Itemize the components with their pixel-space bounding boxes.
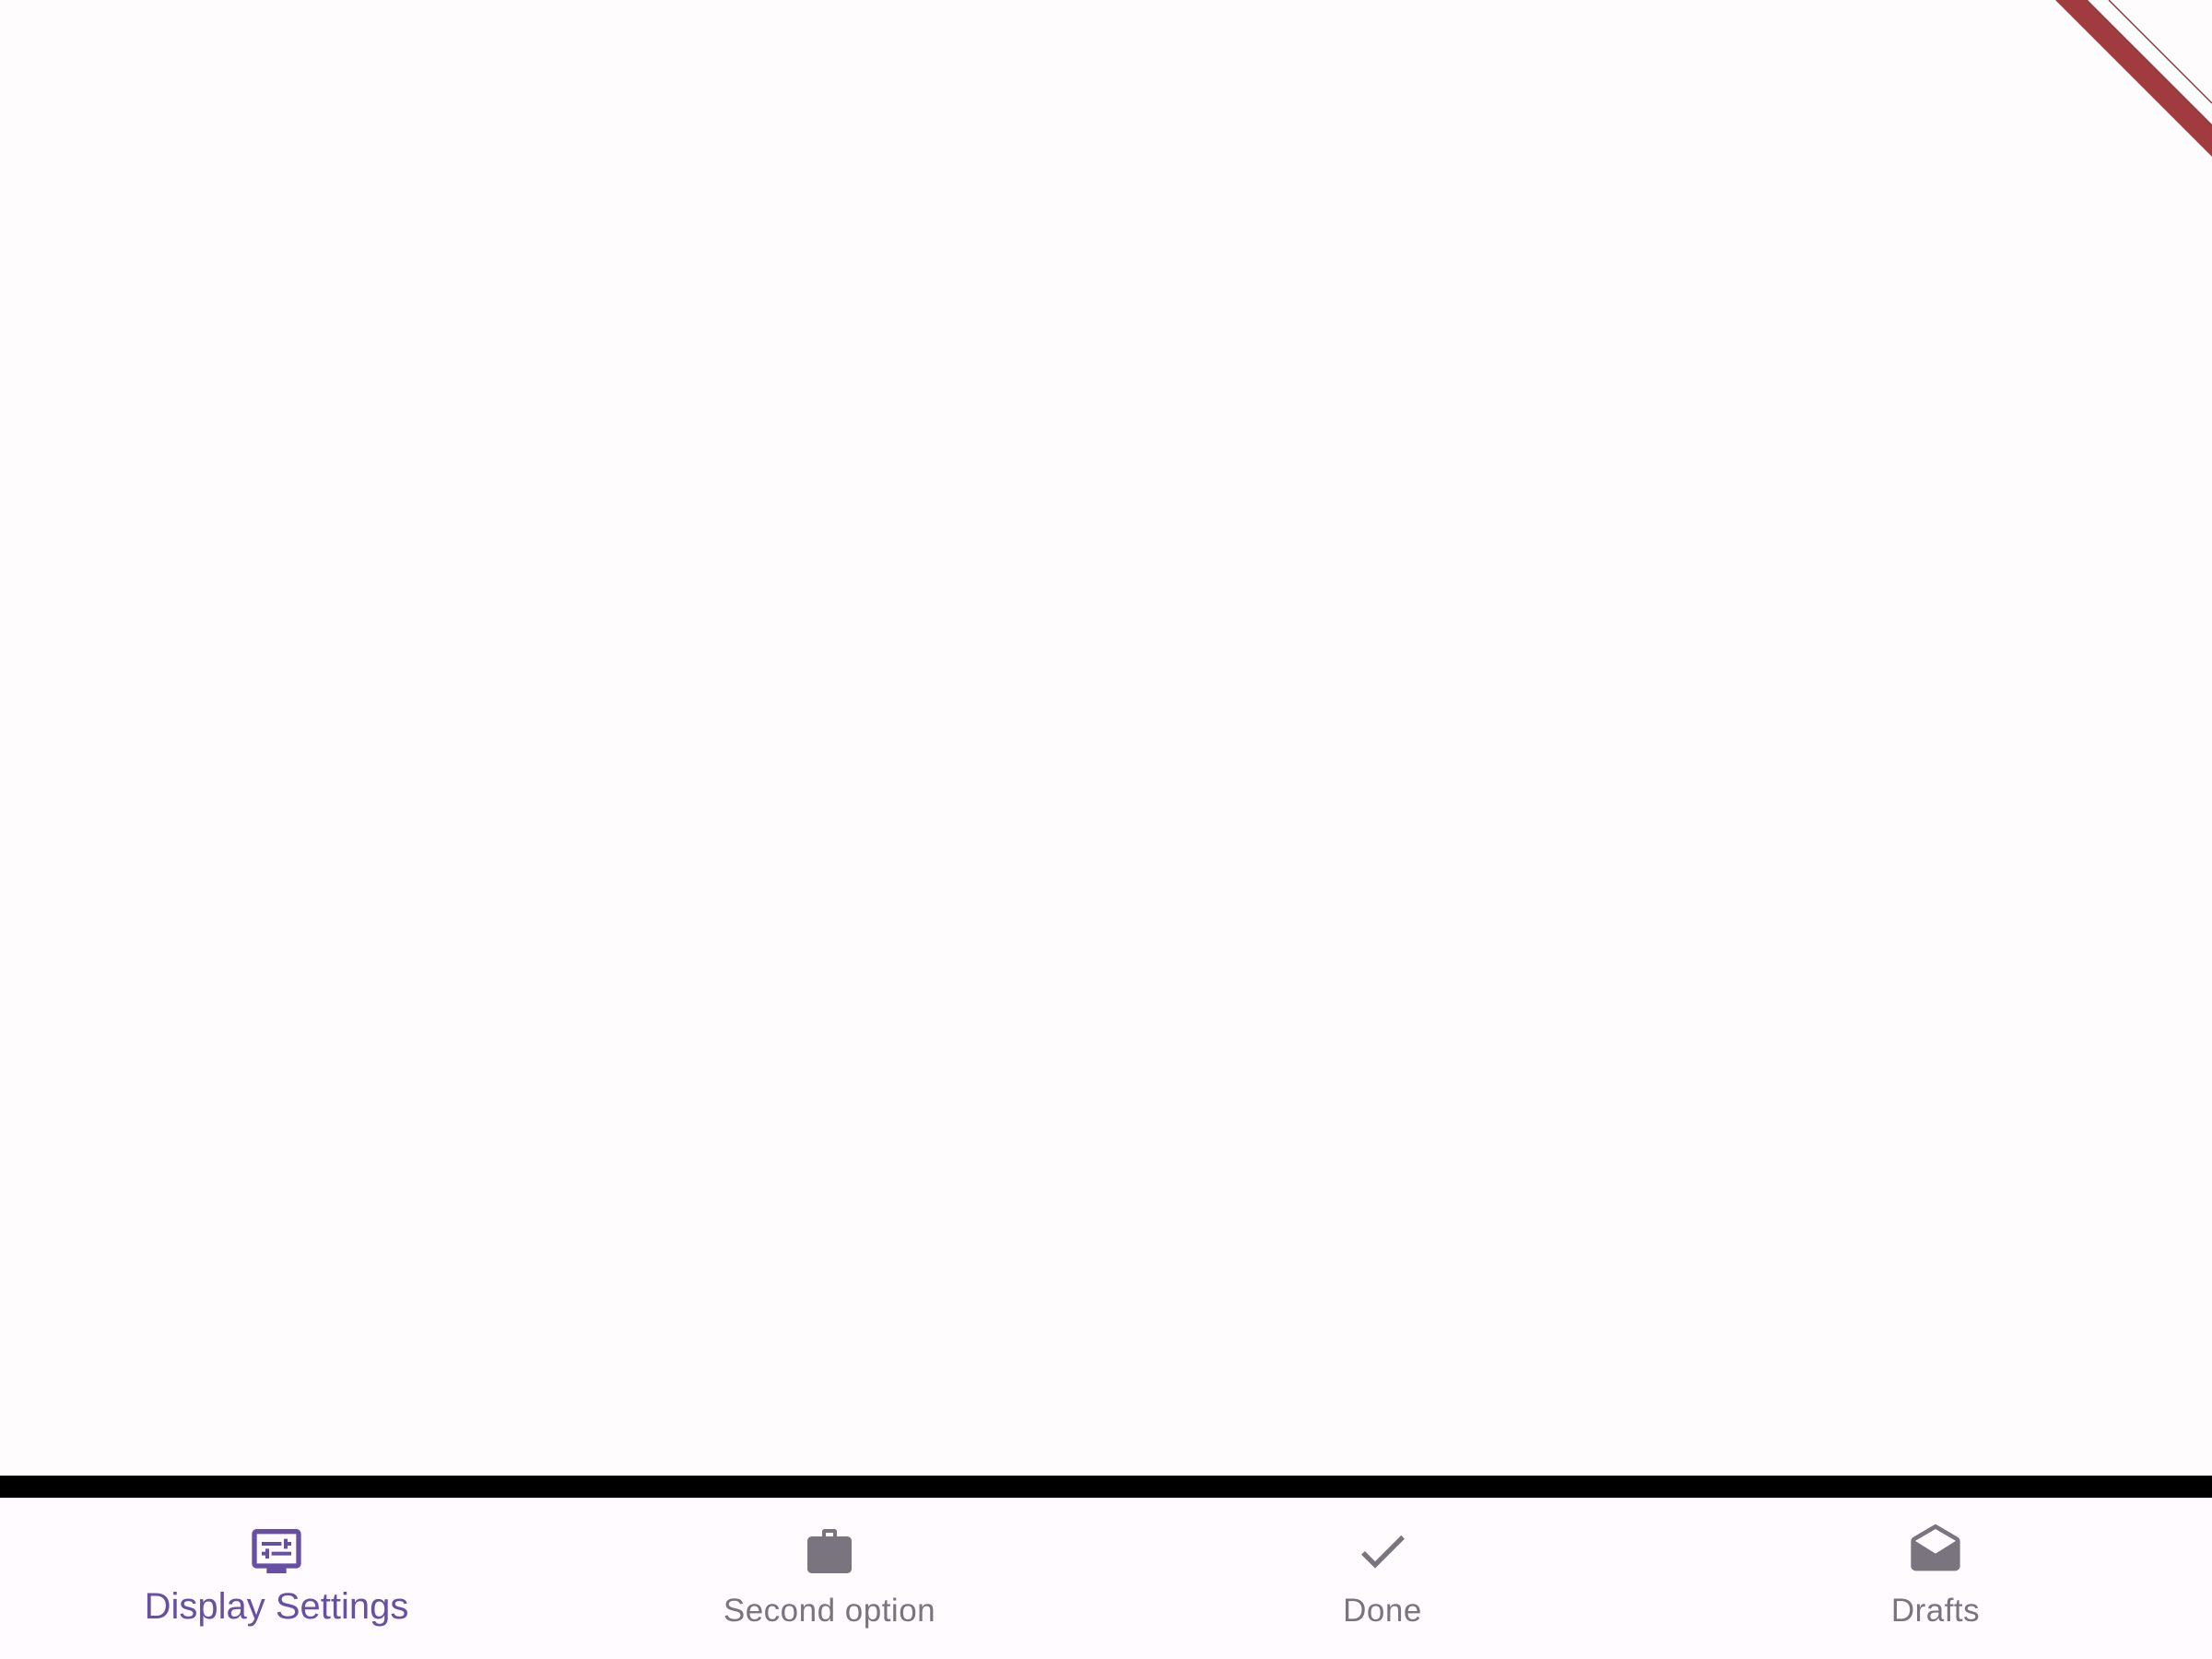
briefcase-icon [800,1522,859,1581]
check-icon [1353,1522,1412,1581]
nav-item-drafts[interactable]: Drafts [1659,1498,2212,1659]
debug-banner [2015,0,2212,197]
nav-item-display-settings[interactable]: Display Settings [0,1498,553,1659]
nav-item-done[interactable]: Done [1106,1498,1659,1659]
nav-label-drafts: Drafts [1890,1593,1981,1629]
display-settings-icon [247,1522,306,1581]
bottom-navigation-bar: Display Settings Second option Done Draf… [0,1498,2212,1659]
nav-label-display-settings: Display Settings [144,1586,409,1627]
nav-item-second-option[interactable]: Second option [553,1498,1106,1659]
nav-label-second-option: Second option [723,1593,936,1629]
nav-divider [0,1476,2212,1498]
drafts-icon [1906,1522,1965,1581]
main-content-area [0,0,2212,1476]
nav-label-done: Done [1343,1593,1422,1629]
